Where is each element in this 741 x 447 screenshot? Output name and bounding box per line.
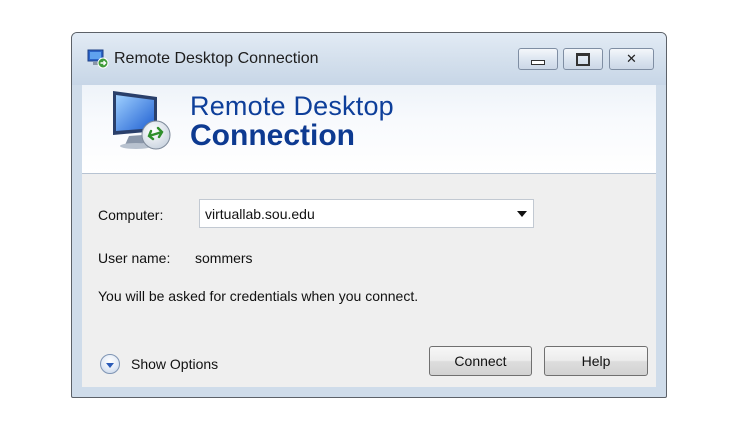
rdc-window: Remote Desktop Connection ✕ Remote Deskt… bbox=[71, 32, 667, 398]
banner-title-line2: Connection bbox=[190, 119, 355, 152]
computer-label: Computer: bbox=[98, 207, 164, 223]
monitor-connection-icon bbox=[113, 91, 171, 150]
show-options-toggle[interactable]: Show Options bbox=[100, 352, 218, 376]
connect-button[interactable]: Connect bbox=[429, 346, 532, 376]
chevron-down-icon[interactable] bbox=[517, 211, 527, 217]
computer-combobox[interactable]: virtuallab.sou.edu bbox=[199, 199, 534, 228]
minimize-button[interactable] bbox=[518, 48, 558, 70]
close-button[interactable]: ✕ bbox=[609, 48, 654, 70]
credentials-note: You will be asked for credentials when y… bbox=[98, 288, 419, 304]
minimize-icon bbox=[531, 59, 545, 65]
show-options-label[interactable]: Show Options bbox=[131, 356, 218, 372]
chevron-down-icon bbox=[106, 362, 114, 368]
username-value: sommers bbox=[195, 250, 253, 266]
expand-circle-icon[interactable] bbox=[100, 354, 120, 374]
username-label: User name: bbox=[98, 250, 171, 266]
remote-desktop-icon bbox=[87, 49, 109, 69]
maximize-icon bbox=[576, 52, 590, 66]
close-icon: ✕ bbox=[626, 51, 637, 66]
banner: Remote Desktop Connection bbox=[82, 85, 656, 173]
computer-input[interactable]: virtuallab.sou.edu bbox=[205, 206, 315, 222]
banner-title-line1: Remote Desktop bbox=[190, 91, 394, 121]
window-title: Remote Desktop Connection bbox=[114, 50, 319, 67]
help-button[interactable]: Help bbox=[544, 346, 648, 376]
title-bar[interactable]: Remote Desktop Connection ✕ bbox=[72, 33, 666, 85]
dialog-content: Computer: virtuallab.sou.edu User name: … bbox=[82, 173, 656, 387]
maximize-button[interactable] bbox=[563, 48, 603, 70]
